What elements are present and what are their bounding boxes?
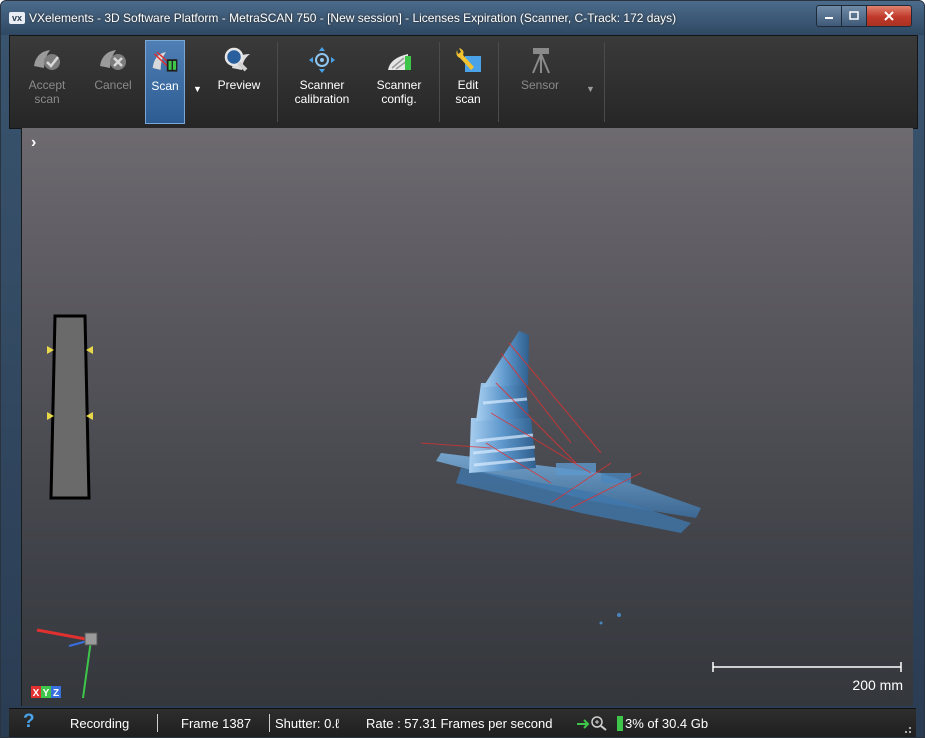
window-title: VXelements - 3D Software Platform - Metr… (29, 11, 677, 25)
recording-status: Recording (70, 716, 130, 731)
shutter-value: Shutter: 0.ℓ (275, 716, 340, 731)
toolbar-separator (439, 42, 440, 122)
status-separator (269, 714, 270, 732)
tripod-sensor-icon (532, 48, 550, 74)
expand-panel-chevron[interactable]: › (31, 134, 36, 152)
distance-gauge (47, 314, 93, 500)
scanner-config-icon (388, 54, 411, 70)
memory-usage-bar (617, 716, 623, 731)
help-icon[interactable]: ? (23, 711, 35, 733)
axis-x-label: X (33, 688, 40, 699)
toolbar-separator (498, 42, 499, 122)
accept-check-icon (34, 50, 60, 70)
scan-label: Scan (151, 79, 179, 93)
status-separator (157, 714, 158, 732)
preview-button[interactable]: Preview (210, 40, 268, 124)
sensor-dropdown-arrow[interactable]: ▼ (586, 84, 595, 94)
resize-grip-icon[interactable] (902, 724, 912, 734)
edit-scan-button[interactable]: Edit scan (443, 40, 493, 124)
close-icon (884, 11, 894, 21)
scanner-config-button[interactable]: Scanner config. (366, 40, 432, 124)
frame-rate: Rate : 57.31 Frames per second (366, 716, 553, 731)
cancel-label: Cancel (94, 78, 132, 92)
sensor-button[interactable]: Sensor (504, 40, 576, 124)
memory-usage-text: 3% of 30.4 Gb (625, 716, 709, 731)
minimize-icon (825, 17, 833, 19)
scanner-calibration-button[interactable]: Scanner calibration (282, 40, 362, 124)
minimize-button[interactable] (816, 5, 842, 27)
calibration-target-icon (309, 47, 335, 73)
scanner-calibration-label: Scanner calibration (294, 78, 350, 106)
axis-orientation-widget: X Y Z (31, 628, 98, 699)
viewport-border (21, 128, 22, 706)
accept-scan-button[interactable]: Accept scan (14, 40, 80, 124)
axis-z-label: Z (53, 688, 59, 699)
3d-viewport[interactable]: › X Y Z 200 mm (21, 128, 913, 706)
preview-label: Preview (217, 78, 261, 92)
scale-bar-label: 200 mm (852, 677, 903, 693)
cancel-button[interactable]: Cancel (84, 40, 142, 124)
scan-button[interactable]: Scan (145, 40, 185, 124)
app-icon: vx (9, 12, 25, 24)
scan-point-cloud (420, 331, 701, 625)
edit-wrench-icon (456, 48, 481, 72)
edit-scan-label: Edit scan (455, 78, 481, 106)
cancel-x-icon (100, 50, 126, 70)
title-bar[interactable]: vx VXelements - 3D Software Platform - M… (1, 1, 924, 35)
main-toolbar: Accept scan Cancel Scan ▼ Preview Scanne… (9, 35, 918, 129)
close-button[interactable] (867, 5, 912, 27)
axis-y-label: Y (43, 688, 50, 699)
scanner-config-label: Scanner config. (376, 78, 422, 106)
accept-scan-label: Accept scan (28, 78, 66, 106)
maximize-icon (849, 11, 859, 20)
toolbar-separator (277, 42, 278, 122)
app-window: vx VXelements - 3D Software Platform - M… (0, 0, 925, 738)
maximize-button[interactable] (842, 5, 867, 27)
memory-zoom-icon (577, 716, 607, 731)
sensor-label: Sensor (520, 78, 560, 92)
scan-dropdown-arrow[interactable]: ▼ (193, 84, 202, 94)
frame-counter: Frame 1387 (181, 716, 252, 731)
magnifier-icon (224, 47, 250, 72)
scan-icon (152, 51, 178, 72)
status-bar: ? Recording Frame 1387 Shutter: 0.ℓ Rate… (9, 708, 916, 737)
toolbar-separator (604, 42, 605, 122)
